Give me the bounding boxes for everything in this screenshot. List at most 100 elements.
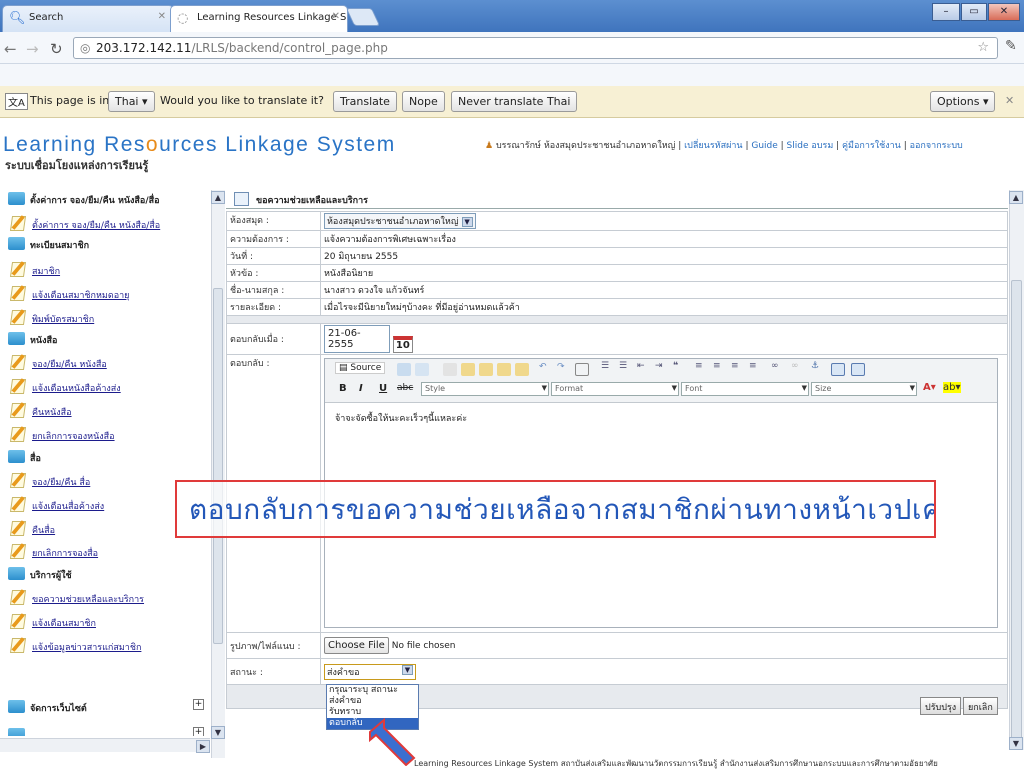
- scroll-up-icon[interactable]: ▲: [211, 191, 225, 204]
- copy-icon[interactable]: [461, 363, 475, 376]
- sidebar-item[interactable]: แจ้งเตือนสมาชิกหมดอายุ: [6, 284, 211, 307]
- sidebar-item[interactable]: ยกเลิกการจองสื่อ: [6, 542, 211, 565]
- sidebar-item[interactable]: แจ้งเตือนหนังสือค้างส่ง: [6, 377, 211, 400]
- sidebar-folder[interactable]: บริการผู้ใช้: [8, 565, 211, 588]
- expand-icon[interactable]: +: [193, 727, 204, 736]
- size-select[interactable]: Size ▼: [811, 382, 917, 396]
- language-select[interactable]: Thai ▾: [108, 91, 155, 112]
- options-button[interactable]: Options ▾: [930, 91, 996, 112]
- sidebar-folder-partial[interactable]: +: [0, 722, 211, 736]
- align-left-icon[interactable]: ≡: [695, 361, 703, 371]
- url-field[interactable]: ◎ 203.172.142.11/LRLS/backend/control_pa…: [73, 37, 998, 59]
- sidebar-folder[interactable]: ตั้งค่าการ จอง/ยืม/คืน หนังสือ/สื่อ: [8, 190, 211, 213]
- never-translate-button[interactable]: Never translate Thai: [451, 91, 578, 112]
- slide-link[interactable]: Slide อบรม: [787, 141, 834, 151]
- paste-text-icon[interactable]: [497, 363, 511, 376]
- sidebar-folder-website[interactable]: จัดการเว็บไซต์ +: [0, 693, 211, 721]
- star-icon[interactable]: ☆: [977, 40, 989, 55]
- image-icon[interactable]: [831, 363, 845, 376]
- sidebar-folder[interactable]: หนังสือ: [8, 330, 211, 353]
- change-password-link[interactable]: เปลี่ยนรหัสผ่าน: [684, 141, 742, 151]
- text-color-icon[interactable]: A▾: [923, 382, 936, 393]
- tab-search[interactable]: 🔍︎ Search ✕: [2, 5, 174, 32]
- undo-icon[interactable]: ↶: [539, 362, 547, 372]
- close-icon[interactable]: ✕: [158, 11, 166, 22]
- preview-icon[interactable]: [397, 363, 411, 376]
- status-option[interactable]: ส่งคำขอ: [327, 696, 418, 707]
- unlink-icon[interactable]: ∞: [791, 361, 799, 371]
- new-tab-button[interactable]: [345, 8, 381, 26]
- cut-icon[interactable]: [443, 363, 457, 376]
- italic-icon[interactable]: I: [359, 383, 363, 394]
- sidebar-item[interactable]: ตั้งค่าการ จอง/ยืม/คืน หนังสือ/สื่อ: [6, 214, 211, 237]
- maximize-button[interactable]: ▭: [961, 3, 987, 21]
- cancel-button[interactable]: ยกเลิก: [963, 697, 998, 715]
- redo-icon[interactable]: ↷: [557, 362, 565, 372]
- logout-link[interactable]: ออกจากระบบ: [910, 141, 963, 151]
- strike-icon[interactable]: abc: [397, 383, 413, 393]
- numbered-list-icon[interactable]: ☰: [601, 361, 609, 371]
- update-button[interactable]: ปรับปรุง: [920, 697, 962, 715]
- scroll-up-icon[interactable]: ▲: [1009, 191, 1023, 204]
- forward-icon[interactable]: →: [26, 40, 39, 58]
- choose-file-button[interactable]: Choose File: [324, 637, 389, 654]
- link-icon[interactable]: ∞: [771, 361, 779, 371]
- format-select[interactable]: Format ▼: [551, 382, 679, 396]
- minimize-button[interactable]: –: [932, 3, 960, 21]
- align-center-icon[interactable]: ≡: [713, 361, 721, 371]
- sidebar-item[interactable]: แจ้งเตือนสมาชิก: [6, 612, 211, 635]
- sidebar-hscrollbar[interactable]: [0, 738, 210, 752]
- underline-icon[interactable]: U: [379, 383, 387, 394]
- status-select[interactable]: ส่งคำขอ ▼: [324, 663, 416, 680]
- sidebar-item[interactable]: พิมพ์บัตรสมาชิก: [6, 308, 211, 331]
- close-icon[interactable]: ✕: [332, 11, 340, 22]
- translate-button[interactable]: Translate: [333, 91, 397, 112]
- paste-icon[interactable]: [479, 363, 493, 376]
- scroll-right-icon[interactable]: ▶: [196, 740, 210, 753]
- window-close-button[interactable]: ✕: [988, 3, 1020, 21]
- sidebar-folder[interactable]: สื่อ: [8, 448, 211, 471]
- sidebar-item[interactable]: แจ้งข้อมูลข่าวสารแก่สมาชิก: [6, 636, 211, 659]
- align-right-icon[interactable]: ≡: [731, 361, 739, 371]
- close-icon[interactable]: ✕: [1005, 94, 1014, 107]
- sidebar-item[interactable]: สมาชิก: [6, 260, 211, 283]
- template-icon[interactable]: [415, 363, 429, 376]
- manual-link[interactable]: คู่มือการใช้งาน: [842, 141, 901, 151]
- sidebar-folder[interactable]: ทะเบียนสมาชิก: [8, 235, 211, 258]
- library-select[interactable]: ห้องสมุดประชาชนอำเภอหาดใหญ่ ▼: [324, 213, 476, 229]
- editor-content[interactable]: จ้าจะจัดซื้อให้นะคะเร็วๆนี้แหละค่ะ: [335, 411, 467, 425]
- nope-button[interactable]: Nope: [402, 91, 445, 112]
- status-option[interactable]: กรุณาระบุ สถานะ: [327, 685, 418, 696]
- status-option[interactable]: รับทราบ: [327, 707, 418, 718]
- blockquote-icon[interactable]: ❝: [673, 361, 678, 371]
- style-select[interactable]: Style ▼: [421, 382, 549, 396]
- reload-icon[interactable]: ↻: [50, 40, 63, 58]
- indent-icon[interactable]: ⇥: [655, 361, 663, 371]
- sidebar-item[interactable]: จอง/ยืม/คืน หนังสือ: [6, 353, 211, 376]
- back-icon[interactable]: ←: [4, 40, 17, 58]
- guide-link[interactable]: Guide: [751, 141, 777, 151]
- anchor-icon[interactable]: ⚓: [811, 361, 819, 371]
- expand-icon[interactable]: +: [193, 699, 204, 710]
- bg-color-icon[interactable]: ab▾: [943, 382, 961, 393]
- paste-word-icon[interactable]: [515, 363, 529, 376]
- bold-icon[interactable]: B: [339, 383, 347, 394]
- sidebar-item[interactable]: คืนหนังสือ: [6, 401, 211, 424]
- bullet-list-icon[interactable]: ☰: [619, 361, 627, 371]
- tab-lrls[interactable]: ◌ Learning Resources Linkage S ✕: [170, 5, 348, 32]
- flash-icon[interactable]: [851, 363, 865, 376]
- justify-icon[interactable]: ≡: [749, 361, 757, 371]
- scroll-down-icon[interactable]: ▼: [1009, 737, 1023, 750]
- outdent-icon[interactable]: ⇤: [637, 361, 645, 371]
- sidebar-scroll-thumb[interactable]: [213, 288, 223, 644]
- calendar-icon[interactable]: 10: [392, 336, 413, 353]
- sidebar-item[interactable]: ยกเลิกการจองหนังสือ: [6, 425, 211, 448]
- wrench-icon[interactable]: ✎: [1005, 38, 1017, 54]
- source-button[interactable]: ▤ Source: [335, 362, 386, 374]
- reply-date-input[interactable]: 21-06-2555: [324, 325, 390, 353]
- page-scroll-thumb[interactable]: [1011, 280, 1022, 750]
- sidebar-item[interactable]: ขอความช่วยเหลือและบริการ: [6, 588, 211, 611]
- table-icon[interactable]: [575, 363, 589, 376]
- font-select[interactable]: Font ▼: [681, 382, 809, 396]
- scroll-down-icon[interactable]: ▼: [211, 726, 225, 739]
